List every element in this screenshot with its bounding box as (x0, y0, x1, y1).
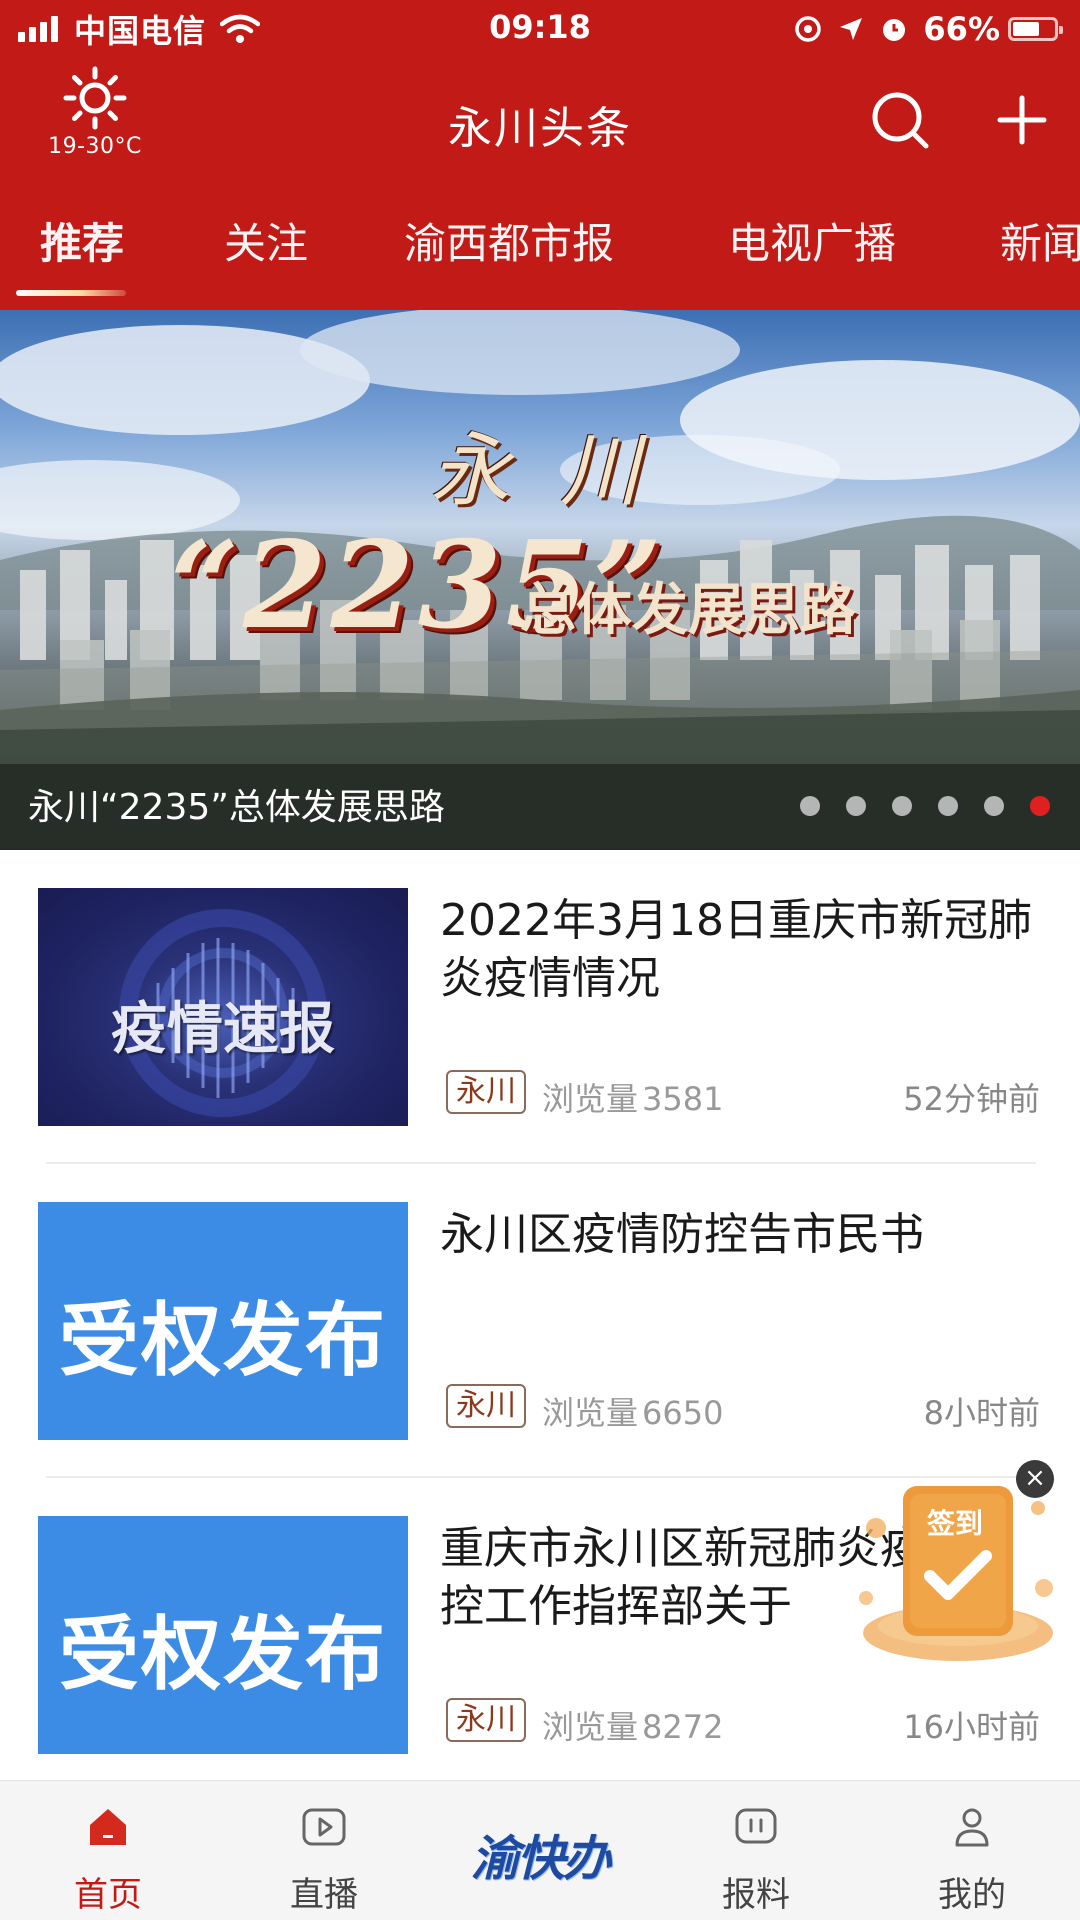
thumbnail-text: 疫情速报 (111, 997, 335, 1062)
banner-calligraphy-text: 永川 (430, 424, 690, 517)
view-count-label: 浏览量 (542, 1708, 639, 1746)
nav-profile[interactable]: 我的 (864, 1781, 1080, 1920)
publish-time: 52分钟前 (903, 1080, 1040, 1118)
nav-live[interactable]: 直播 (216, 1781, 432, 1920)
checkin-label: 签到 (926, 1507, 983, 1540)
battery-percent: 66% (923, 10, 1000, 48)
thumbnail-text: 受权发布 (59, 1294, 387, 1387)
news-item[interactable]: 受权发布 永川区疫情防控告市民书 永川 浏览量 6650 8小时前 (0, 1164, 1080, 1478)
nav-label: 直播 (290, 1875, 358, 1915)
banner-caption: 永川“2235”总体发展思路 (28, 787, 445, 828)
publish-time: 8小时前 (923, 1394, 1040, 1432)
publish-time: 16小时前 (903, 1708, 1040, 1746)
nav-yukuaiban[interactable]: 渝快办 (432, 1781, 648, 1920)
user-icon (955, 1808, 989, 1847)
nav-report[interactable]: 报料 (648, 1781, 864, 1920)
news-thumbnail: 受权发布 (38, 1516, 408, 1754)
view-count-label: 浏览量 (542, 1394, 639, 1432)
banner-carousel[interactable]: 永川 “2235” 总体发展思路 永川“2235”总体发展思路 (0, 310, 1080, 850)
battery-level (1013, 22, 1039, 36)
close-icon[interactable]: × (1016, 1460, 1054, 1498)
plus-icon[interactable] (992, 90, 1052, 150)
news-item[interactable]: 疫情速报 2022年3月18日重庆市新冠肺炎疫情情况 永川 浏览量 3581 52… (0, 850, 1080, 1164)
status-bar: 中国电信 09:18 66% (0, 0, 1080, 58)
play-icon (302, 1808, 346, 1846)
news-meta: 永川 浏览量 6650 8小时前 (446, 1382, 1040, 1432)
news-meta: 永川 浏览量 8272 16小时前 (446, 1696, 1040, 1746)
active-tab-indicator (16, 290, 126, 296)
news-meta: 永川 浏览量 3581 52分钟前 (446, 1068, 1040, 1118)
report-icon (735, 1808, 777, 1844)
screen-lock-icon (795, 16, 822, 42)
carousel-dot[interactable] (846, 796, 866, 816)
carousel-dots (774, 796, 1050, 816)
alarm-icon (883, 19, 906, 41)
tab-recommend[interactable]: 推荐 (40, 210, 124, 271)
yukuaiban-logo: 渝快办 (470, 1831, 611, 1887)
tab-yuxi-metro-news[interactable]: 渝西都市报 (404, 210, 614, 271)
view-count-value: 3581 (642, 1080, 724, 1118)
carousel-dot[interactable] (800, 796, 820, 816)
news-title[interactable]: 永川区疫情防控告市民书 (440, 1206, 1040, 1264)
view-count-value: 8272 (642, 1708, 724, 1746)
app-header: 中国电信 09:18 66% 19-30°C 永川头条 推荐 关注 渝西都市报 … (0, 0, 1080, 310)
carousel-dot[interactable] (1030, 796, 1050, 816)
thumbnail-text: 受权发布 (59, 1608, 387, 1701)
carousel-dot[interactable] (938, 796, 958, 816)
nav-label: 首页 (74, 1875, 142, 1915)
news-title[interactable]: 2022年3月18日重庆市新冠肺炎疫情情况 (440, 892, 1040, 1008)
nav-label: 报料 (722, 1875, 790, 1915)
view-count: 浏览量 6650 (542, 1388, 723, 1434)
news-thumbnail: 受权发布 (38, 1202, 408, 1440)
nav-label: 我的 (938, 1875, 1006, 1915)
news-thumbnail: 疫情速报 (38, 888, 408, 1126)
view-count: 浏览量 3581 (542, 1074, 723, 1120)
tab-tv-radio[interactable]: 电视广播 (728, 210, 896, 271)
view-count-value: 6650 (642, 1394, 724, 1432)
channel-tabs: 推荐 关注 渝西都市报 电视广播 新闻 (0, 210, 1080, 290)
home-icon (90, 1809, 126, 1845)
battery-icon (1008, 17, 1063, 41)
source-tag: 永川 (446, 1698, 526, 1742)
checkin-float-button[interactable] (848, 1468, 1058, 1668)
tab-news[interactable]: 新闻 (1000, 210, 1080, 271)
search-icon[interactable] (868, 88, 934, 154)
view-count-label: 浏览量 (542, 1080, 639, 1118)
tab-follow[interactable]: 关注 (224, 210, 308, 271)
nav-home[interactable]: 首页 (0, 1781, 216, 1920)
status-right: 66% (779, 8, 1063, 50)
location-icon (840, 18, 863, 40)
source-tag: 永川 (446, 1384, 526, 1428)
carousel-dot[interactable] (892, 796, 912, 816)
source-tag: 永川 (446, 1070, 526, 1114)
view-count: 浏览量 8272 (542, 1702, 723, 1748)
carousel-dot[interactable] (984, 796, 1004, 816)
banner-subtitle-text: 总体发展思路 (520, 577, 856, 643)
bottom-nav: 首页 直播 渝快办 报料 我的 (0, 1780, 1080, 1920)
